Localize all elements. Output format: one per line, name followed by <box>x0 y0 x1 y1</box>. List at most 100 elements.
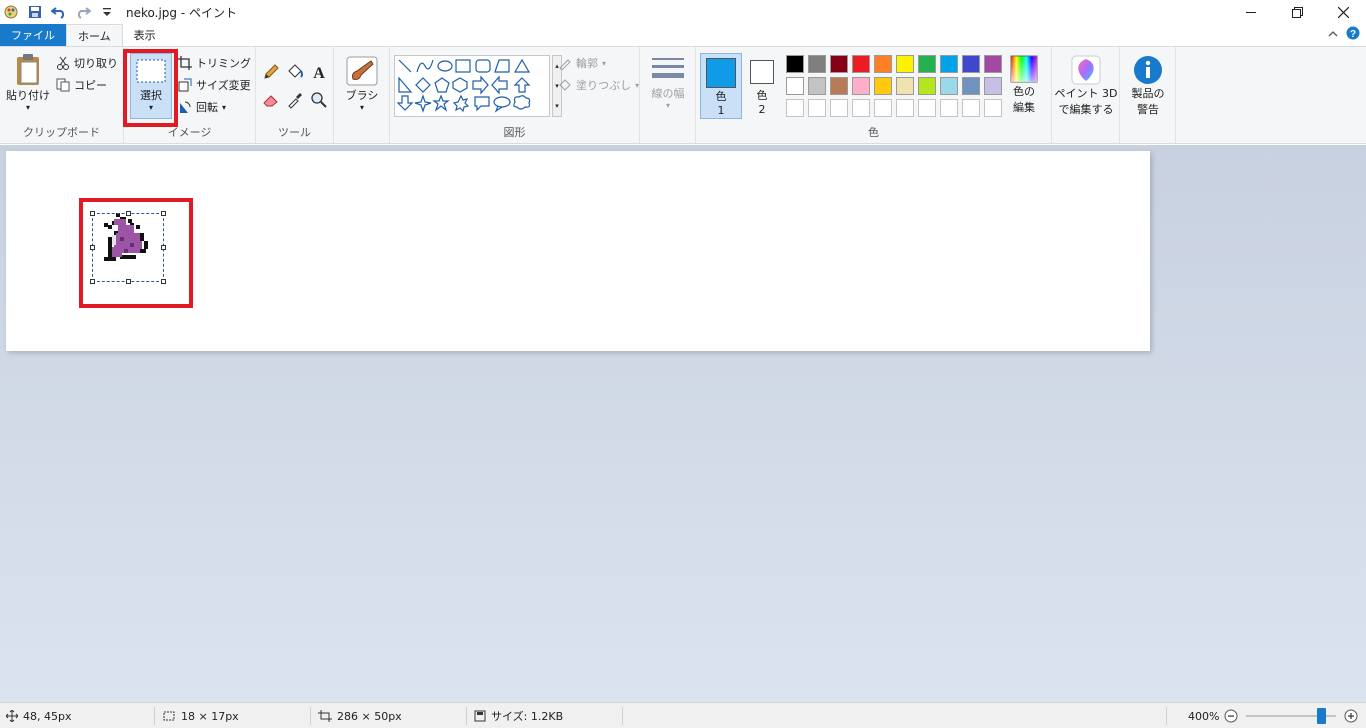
palette-color-swatch[interactable] <box>918 55 936 73</box>
palette-custom-swatch[interactable] <box>808 99 826 117</box>
fill-tool[interactable] <box>286 63 304 81</box>
zoom-out-button[interactable] <box>1224 703 1238 728</box>
palette-custom-swatch[interactable] <box>896 99 914 117</box>
palette-custom-swatch[interactable] <box>830 99 848 117</box>
palette-custom-swatch[interactable] <box>786 99 804 117</box>
brushes-button[interactable]: ブラシ ▾ <box>342 55 382 112</box>
eyedropper-icon <box>288 93 302 109</box>
file-size-text: サイズ: 1.2KB <box>491 710 564 723</box>
zoom-slider-thumb[interactable] <box>1317 708 1326 724</box>
text-tool[interactable]: A <box>310 63 328 81</box>
resize-button[interactable]: サイズ変更 <box>178 77 251 93</box>
paint-bucket-icon <box>288 64 303 78</box>
close-button[interactable] <box>1320 0 1366 24</box>
palette-color-swatch[interactable] <box>984 77 1002 95</box>
cursor-position: 48, 45px <box>6 703 71 728</box>
palette-color-swatch[interactable] <box>830 55 848 73</box>
edit-colors-button[interactable]: 色の 編集 <box>1006 55 1042 115</box>
color-spectrum-icon <box>1010 55 1038 83</box>
color1-number: 1 <box>717 104 725 117</box>
zoom-in-button[interactable] <box>1344 703 1358 728</box>
status-divider <box>622 707 623 725</box>
gallery-more-icon[interactable]: ▾ <box>555 102 559 110</box>
palette-color-swatch[interactable] <box>940 55 958 73</box>
palette-color-swatch[interactable] <box>962 55 980 73</box>
palette-color-swatch[interactable] <box>808 77 826 95</box>
help-icon[interactable]: ? <box>1346 26 1360 43</box>
outline-button[interactable]: 輪郭 ▾ <box>558 55 606 71</box>
copy-label: コピー <box>74 79 107 92</box>
edit-with-paint3d-button[interactable]: ペイント 3D で編集する <box>1054 55 1118 117</box>
palette-custom-swatch[interactable] <box>940 99 958 117</box>
fill-button[interactable]: 塗りつぶし ▾ <box>558 77 639 93</box>
cursor-position-text: 48, 45px <box>23 709 72 723</box>
clipboard-group: 貼り付け ▾ 切り取り コピー クリップボード <box>0 47 124 143</box>
fill-bucket-icon <box>559 79 571 91</box>
status-bar: 48, 45px 18 × 17px 286 × 50px サイズ: 1.2KB… <box>0 702 1366 728</box>
collapse-ribbon-icon[interactable] <box>1328 28 1338 41</box>
paste-dropdown-icon[interactable]: ▾ <box>26 103 30 112</box>
restore-button[interactable] <box>1274 0 1320 24</box>
palette-color-swatch[interactable] <box>940 77 958 95</box>
palette-color-swatch[interactable] <box>984 55 1002 73</box>
cut-button[interactable]: 切り取り <box>56 55 118 71</box>
palette-color-swatch[interactable] <box>874 77 892 95</box>
palette-custom-swatch[interactable] <box>918 99 936 117</box>
palette-color-swatch[interactable] <box>808 55 826 73</box>
copy-button[interactable]: コピー <box>56 77 107 93</box>
title-bar: neko.jpg - ペイント <box>0 0 1366 24</box>
rotate-icon <box>180 101 191 113</box>
fill-dropdown-icon[interactable]: ▾ <box>635 81 639 90</box>
paint-app-icon[interactable] <box>2 3 20 21</box>
palette-custom-swatch[interactable] <box>874 99 892 117</box>
zoom-slider-track[interactable] <box>1246 708 1336 724</box>
palette-color-swatch[interactable] <box>962 77 980 95</box>
ribbon: 貼り付け ▾ 切り取り コピー クリップボード 選択 ▾ トリミング サイズ変更 <box>0 46 1366 144</box>
customize-qat-icon[interactable] <box>98 3 116 21</box>
palette-color-swatch[interactable] <box>896 77 914 95</box>
canvas-workspace[interactable] <box>0 145 1366 702</box>
palette-color-swatch[interactable] <box>786 77 804 95</box>
palette-color-swatch[interactable] <box>786 55 804 73</box>
size-button[interactable]: 線の幅 ▾ <box>646 55 690 110</box>
palette-color-swatch[interactable] <box>918 77 936 95</box>
tab-home[interactable]: ホーム <box>66 24 123 46</box>
color2-swatch <box>750 60 774 84</box>
palette-color-swatch[interactable] <box>896 55 914 73</box>
tab-file[interactable]: ファイル <box>0 24 66 46</box>
shapes-gallery-icons[interactable] <box>395 56 549 116</box>
rotate-button[interactable]: 回転 ▾ <box>178 99 226 115</box>
palette-color-swatch[interactable] <box>830 77 848 95</box>
palette-color-swatch[interactable] <box>852 55 870 73</box>
crop-button[interactable]: トリミング <box>178 55 251 71</box>
outline-dropdown-icon[interactable]: ▾ <box>602 59 606 68</box>
zoom-in-icon <box>1344 709 1358 723</box>
minimize-button[interactable] <box>1228 0 1274 24</box>
rotate-dropdown-icon[interactable]: ▾ <box>222 103 226 112</box>
redo-icon[interactable] <box>74 3 92 21</box>
color-picker-tool[interactable] <box>286 91 304 109</box>
product-alert-button[interactable]: 製品の 警告 <box>1126 55 1170 117</box>
pencil-tool[interactable] <box>262 63 280 81</box>
palette-color-swatch[interactable] <box>852 77 870 95</box>
image-size-text: 286 × 50px <box>337 709 402 723</box>
color1-button[interactable]: 色 1 <box>700 53 742 119</box>
palette-custom-swatch[interactable] <box>984 99 1002 117</box>
quick-access-toolbar <box>0 3 116 21</box>
undo-icon[interactable] <box>50 3 68 21</box>
size-dropdown-icon[interactable]: ▾ <box>666 101 670 110</box>
eraser-tool[interactable] <box>262 91 280 109</box>
brush-icon <box>346 56 378 86</box>
size-group: 線の幅 ▾ <box>640 47 696 143</box>
save-icon[interactable] <box>26 3 44 21</box>
palette-color-swatch[interactable] <box>874 55 892 73</box>
palette-custom-swatch[interactable] <box>852 99 870 117</box>
color2-button[interactable]: 色 2 <box>744 53 780 119</box>
colors-group-label: 色 <box>868 126 879 139</box>
line-width-icon <box>652 58 684 78</box>
magnifier-tool[interactable] <box>310 91 328 109</box>
tab-view[interactable]: 表示 <box>123 24 167 46</box>
palette-custom-swatch[interactable] <box>962 99 980 117</box>
paste-button[interactable]: 貼り付け ▾ <box>6 53 50 112</box>
brushes-dropdown-icon[interactable]: ▾ <box>360 103 364 112</box>
